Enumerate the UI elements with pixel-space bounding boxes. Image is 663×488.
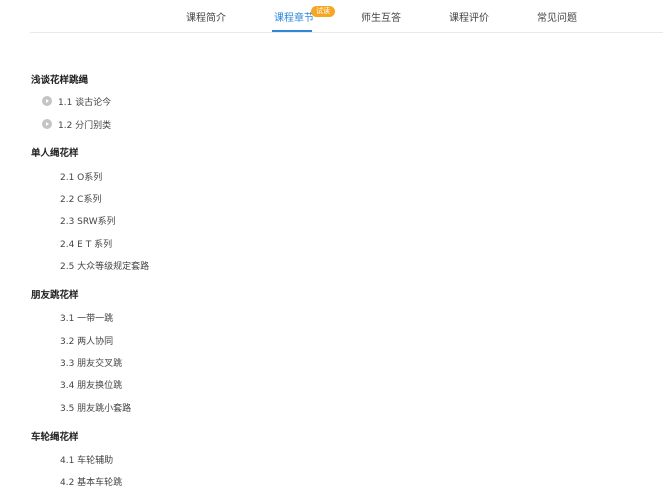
lesson-item[interactable]: 3.3 朋友交叉跳 [60, 356, 122, 369]
tab-course-reviews[interactable]: 课程评价 [449, 9, 489, 24]
tab-course-intro[interactable]: 课程简介 [186, 9, 226, 24]
active-tab-indicator [272, 30, 312, 32]
lesson-item[interactable]: 3.1 一带一跳 [60, 311, 113, 324]
trial-badge: 试读 [311, 6, 335, 17]
lesson-item[interactable]: 4.1 车轮辅助 [60, 453, 113, 466]
lesson-item[interactable]: 2.1 O系列 [60, 170, 102, 183]
chapter-title: 朋友跳花样 [31, 290, 79, 301]
lesson-item[interactable]: 2.4 E T 系列 [60, 237, 112, 250]
play-circle-icon [42, 96, 52, 106]
lesson-item[interactable]: 1.1 谈古论今 [58, 95, 111, 108]
tab-course-chapters[interactable]: 课程章节 [274, 9, 314, 24]
lesson-item[interactable]: 4.2 基本车轮跳 [60, 475, 122, 488]
tab-faq[interactable]: 常见问题 [537, 9, 577, 24]
chapter-title: 单人绳花样 [31, 148, 79, 159]
lesson-item[interactable]: 2.2 C系列 [60, 192, 101, 205]
lesson-item[interactable]: 3.2 两人协同 [60, 334, 113, 347]
lesson-item[interactable]: 2.3 SRW系列 [60, 214, 116, 227]
chapter-title: 车轮绳花样 [31, 432, 79, 443]
lesson-item[interactable]: 1.2 分门别类 [58, 118, 111, 131]
lesson-item[interactable]: 3.4 朋友换位跳 [60, 378, 122, 391]
chapter-title: 浅谈花样跳绳 [31, 75, 89, 86]
lesson-item[interactable]: 2.5 大众等级规定套路 [60, 259, 149, 272]
play-circle-icon [42, 119, 52, 129]
tab-qa[interactable]: 师生互答 [361, 9, 401, 24]
lesson-item[interactable]: 3.5 朋友跳小套路 [60, 401, 131, 414]
